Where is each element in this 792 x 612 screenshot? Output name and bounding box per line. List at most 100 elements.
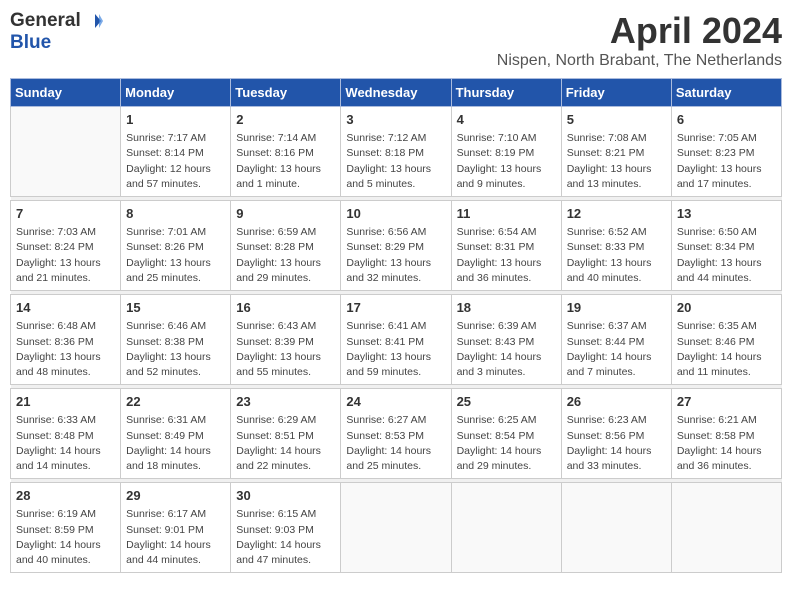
day-number: 21 [16, 393, 115, 411]
calendar-cell: 7Sunrise: 7:03 AMSunset: 8:24 PMDaylight… [11, 201, 121, 291]
day-info: Sunrise: 6:52 AMSunset: 8:33 PMDaylight:… [567, 225, 666, 286]
day-number: 27 [677, 393, 776, 411]
day-info: Sunrise: 7:10 AMSunset: 8:19 PMDaylight:… [457, 131, 556, 192]
calendar-cell: 12 Sunrise: 6:52 AMSunset: 8:33 PMDayligh… [561, 201, 671, 291]
day-info: Sunrise: 6:50 AMSunset: 8:34 PMDaylight:… [677, 225, 776, 286]
day-number: 6 [677, 111, 776, 129]
day-number: 17 [346, 299, 445, 317]
title-area: April 2024 Nispen, North Brabant, The Ne… [497, 10, 782, 70]
day-number: 5 [567, 111, 666, 129]
day-number: 25 [457, 393, 556, 411]
day-info: Sunrise: 6:37 AMSunset: 8:44 PMDaylight:… [567, 319, 666, 380]
day-header-monday: Monday [121, 79, 231, 107]
week-row-1: 1 Sunrise: 7:17 AMSunset: 8:14 PMDaylight… [11, 107, 782, 197]
week-row-5: 28 Sunrise: 6:19 AMSunset: 8:59 PMDayligh… [11, 483, 782, 573]
calendar-cell: 4 Sunrise: 7:10 AMSunset: 8:19 PMDaylight… [451, 107, 561, 197]
calendar-cell: 16 Sunrise: 6:43 AMSunset: 8:39 PMDayligh… [231, 295, 341, 385]
day-info: Sunrise: 6:33 AMSunset: 8:48 PMDaylight:… [16, 413, 115, 474]
day-number: 20 [677, 299, 776, 317]
logo-icon [81, 10, 103, 32]
week-row-3: 14 Sunrise: 6:48 AMSunset: 8:36 PMDayligh… [11, 295, 782, 385]
day-info: Sunrise: 6:48 AMSunset: 8:36 PMDaylight:… [16, 319, 115, 380]
calendar-cell [561, 483, 671, 573]
day-info: Sunrise: 6:31 AMSunset: 8:49 PMDaylight:… [126, 413, 225, 474]
calendar-cell: 3Sunrise: 7:12 AMSunset: 8:18 PMDaylight… [341, 107, 451, 197]
calendar-cell: 6Sunrise: 7:05 AMSunset: 8:23 PMDaylight… [671, 107, 781, 197]
logo-blue-text: Blue [10, 32, 51, 54]
day-number: 12 [567, 205, 666, 223]
calendar-cell: 20 Sunrise: 6:35 AMSunset: 8:46 PMDayligh… [671, 295, 781, 385]
day-info: Sunrise: 7:14 AMSunset: 8:16 PMDaylight:… [236, 131, 335, 192]
calendar-cell: 10Sunrise: 6:56 AMSunset: 8:29 PMDayligh… [341, 201, 451, 291]
calendar-cell: 13 Sunrise: 6:50 AMSunset: 8:34 PMDayligh… [671, 201, 781, 291]
day-info: Sunrise: 6:27 AMSunset: 8:53 PMDaylight:… [346, 413, 445, 474]
day-number: 9 [236, 205, 335, 223]
day-number: 23 [236, 393, 335, 411]
day-number: 3 [346, 111, 445, 129]
day-info: Sunrise: 6:41 AMSunset: 8:41 PMDaylight:… [346, 319, 445, 380]
day-number: 10 [346, 205, 445, 223]
day-number: 2 [236, 111, 335, 129]
day-number: 29 [126, 487, 225, 505]
calendar-cell [341, 483, 451, 573]
day-number: 15 [126, 299, 225, 317]
day-info: Sunrise: 7:01 AMSunset: 8:26 PMDaylight:… [126, 225, 225, 286]
day-info: Sunrise: 7:03 AMSunset: 8:24 PMDaylight:… [16, 225, 115, 286]
calendar-cell: 18Sunrise: 6:39 AMSunset: 8:43 PMDayligh… [451, 295, 561, 385]
calendar-cell: 1 Sunrise: 7:17 AMSunset: 8:14 PMDaylight… [121, 107, 231, 197]
calendar-cell: 5Sunrise: 7:08 AMSunset: 8:21 PMDaylight… [561, 107, 671, 197]
calendar-cell: 23 Sunrise: 6:29 AMSunset: 8:51 PMDayligh… [231, 389, 341, 479]
day-header-saturday: Saturday [671, 79, 781, 107]
main-title: April 2024 [497, 10, 782, 52]
day-number: 28 [16, 487, 115, 505]
calendar-cell: 27 Sunrise: 6:21 AMSunset: 8:58 PMDayligh… [671, 389, 781, 479]
calendar-cell [11, 107, 121, 197]
day-info: Sunrise: 6:19 AMSunset: 8:59 PMDaylight:… [16, 507, 115, 568]
day-number: 22 [126, 393, 225, 411]
day-info: Sunrise: 6:46 AMSunset: 8:38 PMDaylight:… [126, 319, 225, 380]
calendar-cell: 21 Sunrise: 6:33 AMSunset: 8:48 PMDayligh… [11, 389, 121, 479]
day-info: Sunrise: 6:35 AMSunset: 8:46 PMDaylight:… [677, 319, 776, 380]
calendar-cell: 14 Sunrise: 6:48 AMSunset: 8:36 PMDayligh… [11, 295, 121, 385]
day-number: 8 [126, 205, 225, 223]
day-number: 13 [677, 205, 776, 223]
day-number: 16 [236, 299, 335, 317]
logo-general-text: General [10, 10, 81, 32]
day-number: 1 [126, 111, 225, 129]
subtitle: Nispen, North Brabant, The Netherlands [497, 52, 782, 70]
calendar-cell: 29 Sunrise: 6:17 AMSunset: 9:01 PMDayligh… [121, 483, 231, 573]
day-header-friday: Friday [561, 79, 671, 107]
logo: General Blue [10, 10, 103, 54]
calendar-cell: 22 Sunrise: 6:31 AMSunset: 8:49 PMDayligh… [121, 389, 231, 479]
calendar-cell: 26Sunrise: 6:23 AMSunset: 8:56 PMDayligh… [561, 389, 671, 479]
calendar-cell: 11Sunrise: 6:54 AMSunset: 8:31 PMDayligh… [451, 201, 561, 291]
day-number: 24 [346, 393, 445, 411]
day-header-tuesday: Tuesday [231, 79, 341, 107]
header: General Blue April 2024 Nispen, North Br… [10, 10, 782, 70]
day-info: Sunrise: 6:25 AMSunset: 8:54 PMDaylight:… [457, 413, 556, 474]
day-header-sunday: Sunday [11, 79, 121, 107]
calendar-cell [671, 483, 781, 573]
day-number: 19 [567, 299, 666, 317]
day-number: 30 [236, 487, 335, 505]
calendar-cell: 28 Sunrise: 6:19 AMSunset: 8:59 PMDayligh… [11, 483, 121, 573]
calendar-cell: 8 Sunrise: 7:01 AMSunset: 8:26 PMDaylight… [121, 201, 231, 291]
day-info: Sunrise: 6:17 AMSunset: 9:01 PMDaylight:… [126, 507, 225, 568]
day-info: Sunrise: 6:15 AMSunset: 9:03 PMDaylight:… [236, 507, 335, 568]
calendar-cell: 15 Sunrise: 6:46 AMSunset: 8:38 PMDayligh… [121, 295, 231, 385]
calendar-cell: 25 Sunrise: 6:25 AMSunset: 8:54 PMDayligh… [451, 389, 561, 479]
day-number: 18 [457, 299, 556, 317]
day-number: 14 [16, 299, 115, 317]
calendar-cell: 30 Sunrise: 6:15 AMSunset: 9:03 PMDayligh… [231, 483, 341, 573]
day-info: Sunrise: 6:29 AMSunset: 8:51 PMDaylight:… [236, 413, 335, 474]
day-info: Sunrise: 6:21 AMSunset: 8:58 PMDaylight:… [677, 413, 776, 474]
day-number: 4 [457, 111, 556, 129]
calendar-cell: 9Sunrise: 6:59 AMSunset: 8:28 PMDaylight… [231, 201, 341, 291]
calendar: SundayMondayTuesdayWednesdayThursdayFrid… [10, 78, 782, 573]
calendar-cell: 2 Sunrise: 7:14 AMSunset: 8:16 PMDaylight… [231, 107, 341, 197]
day-info: Sunrise: 6:43 AMSunset: 8:39 PMDaylight:… [236, 319, 335, 380]
days-header-row: SundayMondayTuesdayWednesdayThursdayFrid… [11, 79, 782, 107]
day-info: Sunrise: 7:17 AMSunset: 8:14 PMDaylight:… [126, 131, 225, 192]
calendar-cell: 19 Sunrise: 6:37 AMSunset: 8:44 PMDayligh… [561, 295, 671, 385]
day-header-wednesday: Wednesday [341, 79, 451, 107]
